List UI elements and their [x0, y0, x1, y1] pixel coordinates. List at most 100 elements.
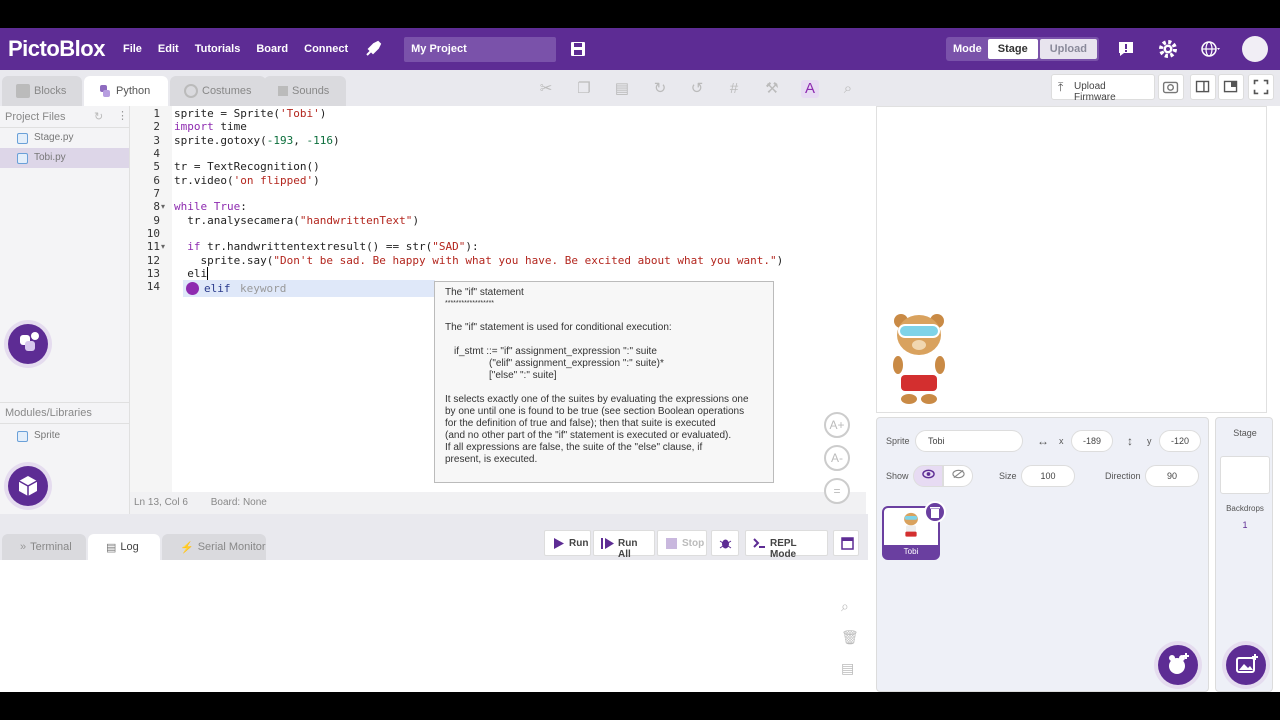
tobi-thumbnail: [904, 512, 918, 537]
save-icon[interactable]: [570, 41, 586, 57]
tobi-sprite[interactable]: [887, 309, 951, 405]
small-stage-button[interactable]: [1190, 74, 1216, 100]
mode-label: Mode: [953, 43, 982, 55]
more-options-icon[interactable]: ⋮: [117, 109, 128, 122]
add-extension-button[interactable]: [8, 324, 48, 364]
camera-button[interactable]: [1158, 74, 1184, 100]
eye-slash-icon: [951, 469, 965, 479]
undo-icon[interactable]: ↺: [688, 80, 706, 98]
menu-file[interactable]: File: [123, 43, 142, 55]
paste-icon[interactable]: ▤: [613, 80, 631, 98]
menu-tutorials[interactable]: Tutorials: [195, 43, 241, 55]
show-hidden-button[interactable]: [943, 465, 973, 487]
stop-button[interactable]: Stop: [657, 530, 707, 556]
menu-edit[interactable]: Edit: [158, 43, 179, 55]
file-item-tobi[interactable]: Tobi.py: [0, 148, 129, 168]
tab-blocks[interactable]: Blocks: [2, 76, 82, 106]
module-item-sprite[interactable]: Sprite: [0, 426, 130, 446]
debug-button[interactable]: [711, 530, 739, 556]
font-size-icon[interactable]: A: [801, 80, 819, 98]
python-add-icon: [20, 332, 39, 351]
large-stage-icon: [1223, 80, 1238, 93]
bug-icon: [719, 539, 732, 549]
search-icon[interactable]: ⌕: [839, 80, 857, 98]
tab-sounds[interactable]: Sounds: [264, 76, 346, 106]
app-window: PictoBlox File Edit Tutorials Board Conn…: [0, 28, 1280, 692]
doc-paragraph-line: for the definition of true and false); t…: [445, 418, 716, 429]
file-name: Tobi.py: [34, 152, 66, 163]
project-name-input[interactable]: My Project: [404, 36, 557, 62]
tab-python[interactable]: Python: [84, 76, 168, 106]
language-globe-icon[interactable]: [1200, 39, 1220, 59]
x-position-input[interactable]: -189: [1071, 430, 1113, 452]
tab-costumes[interactable]: Costumes: [170, 76, 266, 106]
tab-log[interactable]: ▤ Log: [88, 534, 160, 560]
settings-gear-icon[interactable]: [1158, 39, 1178, 59]
run-label: Run: [569, 538, 589, 549]
zoom-reset-button[interactable]: =: [824, 478, 850, 504]
refresh-icon[interactable]: ↻: [94, 110, 103, 123]
tab-terminal[interactable]: » Terminal: [2, 534, 86, 560]
size-input[interactable]: 100: [1021, 465, 1075, 487]
upload-firmware-button[interactable]: ⤒ Upload Firmware: [1051, 74, 1155, 103]
delete-sprite-button[interactable]: [924, 501, 946, 523]
comment-icon[interactable]: #: [725, 80, 743, 98]
menu-connect[interactable]: Connect: [304, 43, 348, 55]
y-position-input[interactable]: -120: [1159, 430, 1201, 452]
file-item-stage[interactable]: Stage.py: [0, 128, 129, 148]
large-stage-button[interactable]: [1218, 74, 1244, 100]
stage-backdrop-thumbnail[interactable]: [1220, 456, 1270, 494]
zoom-in-icon: A+: [829, 418, 845, 432]
module-name: Sprite: [34, 430, 61, 441]
mode-upload-button[interactable]: Upload: [1039, 39, 1097, 59]
autocomplete-kind: keyword: [240, 282, 287, 295]
doc-paragraph-line: If all expressions are false, the suite …: [445, 442, 703, 453]
save-log-icon[interactable]: ▤: [841, 660, 859, 678]
python-icon: [100, 85, 110, 97]
stage-canvas[interactable]: [876, 106, 1267, 413]
zoom-out-icon: A-: [831, 451, 843, 465]
repl-mode-button[interactable]: REPL Mode: [745, 530, 828, 560]
add-backdrop-button[interactable]: [1226, 645, 1266, 685]
repl-label: REPL Mode: [770, 538, 797, 560]
redo-icon[interactable]: ↻: [651, 80, 669, 98]
cut-icon[interactable]: ✂: [537, 80, 555, 98]
repl-icon: [753, 538, 765, 548]
copy-icon[interactable]: ❐: [575, 80, 593, 98]
run-button[interactable]: Run: [544, 530, 591, 556]
fold-arrow-icon[interactable]: ▾: [161, 242, 165, 251]
bear-plus-icon: [1169, 653, 1189, 674]
clear-trash-icon[interactable]: 🗑: [841, 629, 859, 647]
log-output-area[interactable]: [0, 560, 868, 692]
code-line-11: if tr.handwrittentextresult() == str("SA…: [187, 240, 479, 253]
mode-stage-button[interactable]: Stage: [987, 39, 1038, 59]
line-number: 12: [146, 254, 160, 267]
autocomplete-item[interactable]: elif keyword: [183, 280, 435, 297]
fold-arrow-icon[interactable]: ▾: [161, 202, 165, 211]
tab-log-label: Log: [120, 541, 139, 553]
sprite-name-input[interactable]: Tobi: [915, 430, 1023, 452]
show-visible-button[interactable]: [913, 465, 943, 487]
line-number: 9: [153, 214, 160, 227]
user-avatar[interactable]: [1242, 36, 1268, 62]
code-line-8: while True:: [174, 200, 247, 213]
window-button[interactable]: [833, 530, 859, 556]
zoom-in-button[interactable]: A+: [824, 412, 850, 438]
direction-input[interactable]: 90: [1145, 465, 1199, 487]
board-status: Board: None: [210, 497, 267, 508]
stop-label: Stop: [682, 538, 705, 549]
tab-serial-monitor[interactable]: ⚡ Serial Monitor: [162, 534, 266, 560]
add-module-button[interactable]: [8, 466, 48, 506]
pictoblox-logo[interactable]: PictoBlox: [8, 36, 105, 62]
doc-paragraph-line: present, is executed.: [445, 454, 538, 465]
menu-board[interactable]: Board: [256, 43, 288, 55]
upload-firmware-label: Upload Firmware: [1074, 81, 1116, 103]
search-log-icon[interactable]: ⌕: [841, 598, 859, 616]
add-sprite-button[interactable]: [1158, 645, 1198, 685]
feedback-icon[interactable]: [1116, 39, 1136, 59]
fullscreen-button[interactable]: [1248, 74, 1274, 100]
run-all-button[interactable]: Run All: [593, 530, 655, 560]
format-wand-icon[interactable]: ⚒: [763, 80, 781, 98]
extension-rocket-icon[interactable]: [364, 40, 382, 58]
zoom-out-button[interactable]: A-: [824, 445, 850, 471]
